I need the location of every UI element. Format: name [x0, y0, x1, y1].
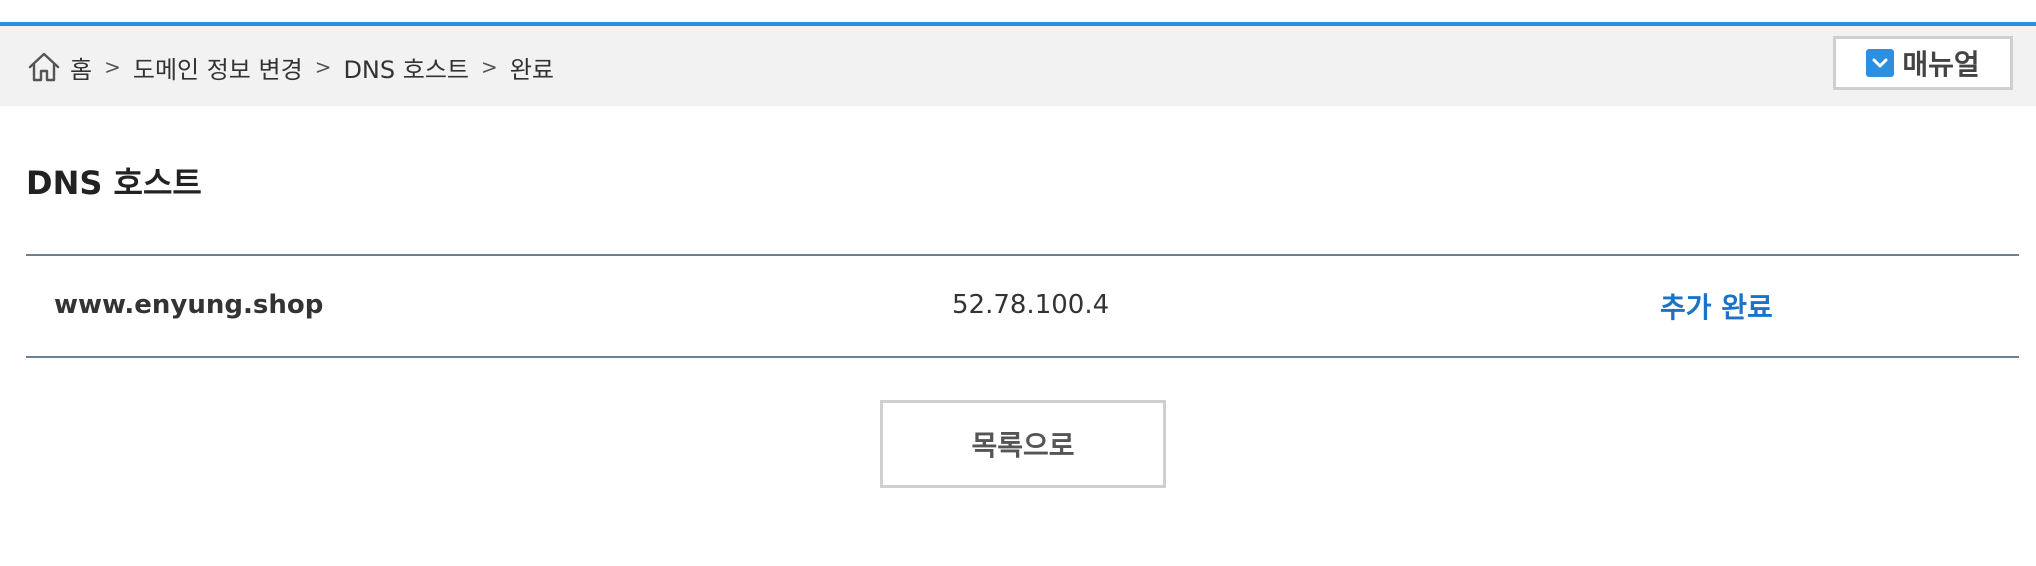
breadcrumb-bar: 홈 > 도메인 정보 변경 > DNS 호스트 > 완료 매뉴얼	[0, 26, 2036, 106]
page-title: DNS 호스트	[26, 164, 202, 202]
breadcrumb-item-complete: 완료	[509, 55, 554, 84]
checkbox-chevron-icon	[1866, 49, 1895, 77]
breadcrumb-separator: >	[314, 55, 332, 79]
breadcrumb-item-home[interactable]: 홈	[70, 50, 92, 85]
status-cell: 추가 완료	[1660, 291, 1773, 324]
dns-host-table: www.enyung.shop 52.78.100.4 추가 완료	[26, 254, 2019, 358]
home-icon[interactable]	[26, 49, 62, 85]
manual-button[interactable]: 매뉴얼	[1833, 36, 2013, 90]
breadcrumb-item-dns-host[interactable]: DNS 호스트	[343, 50, 469, 85]
page: 홈 > 도메인 정보 변경 > DNS 호스트 > 완료 매뉴얼 DNS 호스트…	[0, 0, 2036, 566]
breadcrumb: 홈 > 도메인 정보 변경 > DNS 호스트 > 완료	[26, 50, 554, 84]
ip-address-cell: 52.78.100.4	[952, 290, 1110, 320]
breadcrumb-separator: >	[104, 55, 121, 79]
back-to-list-button[interactable]: 목록으로	[880, 400, 1166, 488]
manual-button-label: 매뉴얼	[1902, 48, 1980, 81]
breadcrumb-item-domain-info[interactable]: 도메인 정보 변경	[133, 50, 303, 85]
breadcrumb-separator: >	[481, 55, 498, 79]
host-name-cell: www.enyung.shop	[54, 290, 324, 320]
